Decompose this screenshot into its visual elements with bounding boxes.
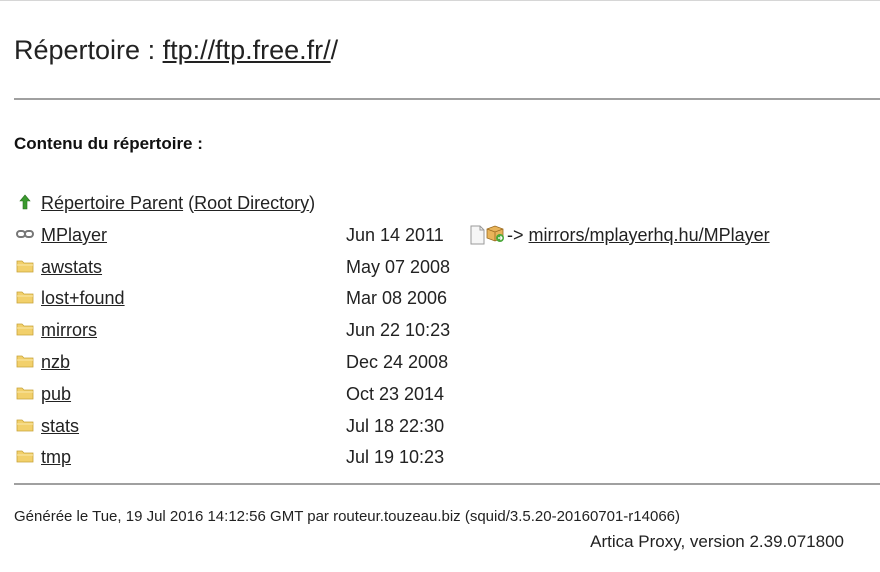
footer-divider <box>14 483 880 485</box>
proxy-version-text: Artica Proxy, version 2.39.071800 <box>590 532 844 551</box>
folder-icon <box>16 450 34 463</box>
entry-name-link[interactable]: nzb <box>41 349 70 375</box>
title-ftp-link[interactable]: ftp://ftp.free.fr/ <box>163 35 331 65</box>
folder-icon <box>16 323 34 336</box>
entry-name-link[interactable]: mirrors <box>41 317 97 343</box>
list-item-stats: stats Jul 18 22:30 <box>16 413 876 445</box>
parent-directory-link[interactable]: Répertoire Parent <box>41 193 183 213</box>
list-item-awstats: awstats May 07 2008 <box>16 254 876 286</box>
folder-icon <box>16 260 34 272</box>
entry-date: Oct 23 2014 <box>346 383 445 404</box>
symlink-target-link[interactable]: mirrors/mplayerhq.hu/MPlayer <box>529 225 770 245</box>
list-item-pub: pub Oct 23 2014 <box>16 381 876 413</box>
entry-name-link[interactable]: awstats <box>41 254 102 280</box>
list-item-mirrors: mirrors Jun 22 10:23 <box>16 317 876 349</box>
close-paren: ) <box>309 193 316 213</box>
page-title: Répertoire : ftp://ftp.free.fr// <box>14 32 338 68</box>
symlink-target: -> mirrors/mplayerhq.hu/MPlayer <box>469 222 770 248</box>
section-heading: Contenu du répertoire : <box>14 134 203 153</box>
parent-row: Répertoire Parent (Root Directory) <box>16 190 876 222</box>
parent-links: Répertoire Parent (Root Directory) <box>41 190 315 216</box>
list-item-tmp: tmp Jul 19 10:23 <box>16 444 876 476</box>
list-item-nzb: nzb Dec 24 2008 <box>16 349 876 381</box>
symlink-arrow: -> <box>507 224 524 245</box>
list-item-lost-found: lost+found Mar 08 2006 <box>16 285 876 317</box>
entry-name-link[interactable]: pub <box>41 381 71 407</box>
folder-icon <box>16 387 34 400</box>
entry-date: Jul 18 22:30 <box>346 415 445 436</box>
root-directory-link[interactable]: Root Directory <box>194 193 309 213</box>
title-suffix: / <box>330 35 339 65</box>
entry-date: Jun 14 2011 <box>346 224 444 245</box>
top-border <box>0 0 880 1</box>
entry-date: Dec 24 2008 <box>346 351 449 372</box>
entry-date: Jul 19 10:23 <box>346 447 445 468</box>
entry-name-link[interactable]: tmp <box>41 444 71 470</box>
entry-date: Jun 22 10:23 <box>346 320 451 341</box>
entry-name-link[interactable]: lost+found <box>41 285 125 311</box>
title-prefix: Répertoire : <box>14 35 163 65</box>
entry-name-link[interactable]: MPlayer <box>41 222 107 248</box>
entry-date: Mar 08 2006 <box>346 288 448 309</box>
folder-icon <box>16 355 34 368</box>
entry-date: May 07 2008 <box>346 256 451 277</box>
header-divider <box>14 98 880 100</box>
entry-name-link[interactable]: stats <box>41 413 79 439</box>
generated-by-text: Générée le Tue, 19 Jul 2016 14:12:56 GMT… <box>14 508 681 525</box>
folder-icon <box>16 419 34 431</box>
list-item-mplayer: MPlayer Jun 14 2011 -> mirrors/mplayerhq… <box>16 222 876 254</box>
folder-icon <box>16 291 34 304</box>
link-icon <box>16 229 34 238</box>
arrow-up-icon <box>19 194 31 210</box>
directory-listing: Répertoire Parent (Root Directory) MPlay… <box>16 190 876 476</box>
file-package-icon <box>470 225 504 245</box>
